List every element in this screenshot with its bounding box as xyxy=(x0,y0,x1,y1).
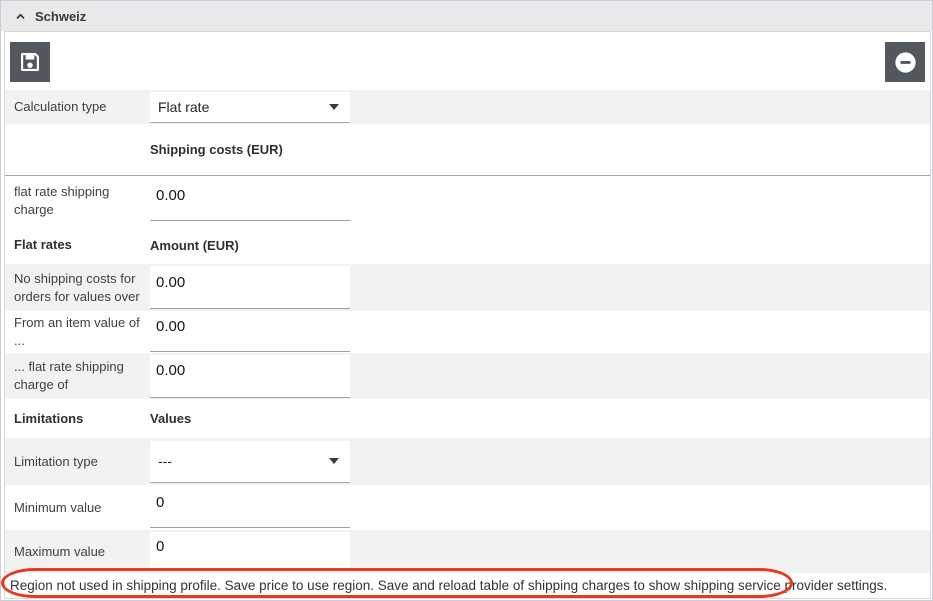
no-shipping-over-input[interactable] xyxy=(150,266,350,309)
shipping-costs-section-header: Shipping costs (EUR) xyxy=(5,124,930,175)
minimum-value-label: Minimum value xyxy=(5,499,150,517)
from-item-value-label: From an item value of ... xyxy=(5,314,150,349)
limitation-type-row: Limitation type --- xyxy=(5,438,930,485)
chevron-up-icon xyxy=(13,9,28,24)
calculation-type-row: Calculation type Flat rate xyxy=(5,90,930,124)
limitations-header: Limitations xyxy=(5,410,150,428)
maximum-value-input[interactable] xyxy=(150,532,350,571)
dropdown-caret-icon xyxy=(329,458,339,464)
values-header: Values xyxy=(150,411,191,426)
flat-rate-charge-label: flat rate shipping charge xyxy=(5,183,150,218)
from-item-value-row: From an item value of ... xyxy=(5,311,930,353)
minimum-value-input[interactable] xyxy=(150,487,350,528)
toolbar xyxy=(5,32,930,90)
shipping-costs-title: Shipping costs (EUR) xyxy=(150,142,283,157)
no-shipping-over-label: No shipping costs for orders for values … xyxy=(5,270,150,305)
calculation-type-value: Flat rate xyxy=(158,99,209,115)
calculation-type-label: Calculation type xyxy=(5,98,150,116)
footer-note-row: Region not used in shipping profile. Sav… xyxy=(5,573,930,598)
limitations-header-row: Limitations Values xyxy=(5,399,930,438)
flat-rate-charge-of-label: ... flat rate shipping charge of xyxy=(5,358,150,393)
limitation-type-value: --- xyxy=(158,453,172,469)
limitation-type-label: Limitation type xyxy=(5,453,150,471)
flat-rate-charge-of-input[interactable] xyxy=(150,355,350,398)
flat-rates-header: Flat rates xyxy=(5,236,150,254)
flat-rate-charge-input[interactable] xyxy=(150,181,350,221)
region-settings-panel: Calculation type Flat rate Shipping cost… xyxy=(4,31,931,599)
remove-minus-circle-icon xyxy=(885,42,925,82)
accordion-header-schweiz[interactable]: Schweiz xyxy=(1,1,932,31)
region-title: Schweiz xyxy=(35,9,86,24)
dropdown-caret-icon xyxy=(329,104,339,110)
limitation-type-select[interactable]: --- xyxy=(150,441,350,483)
amount-header: Amount (EUR) xyxy=(150,238,239,253)
from-item-value-input[interactable] xyxy=(150,312,350,352)
calculation-type-select[interactable]: Flat rate xyxy=(150,92,350,123)
remove-region-button[interactable] xyxy=(885,39,925,85)
region-status-message: Region not used in shipping profile. Sav… xyxy=(5,578,887,593)
minimum-value-row: Minimum value xyxy=(5,485,930,530)
save-floppy-icon xyxy=(10,42,50,82)
no-shipping-over-row: No shipping costs for orders for values … xyxy=(5,264,930,311)
flat-rate-charge-row: flat rate shipping charge xyxy=(5,176,930,226)
region-panel: Schweiz xyxy=(0,0,933,601)
maximum-value-label: Maximum value xyxy=(5,543,150,561)
save-button[interactable] xyxy=(10,39,50,85)
flat-rate-charge-of-row: ... flat rate shipping charge of xyxy=(5,353,930,399)
flat-rates-header-row: Flat rates Amount (EUR) xyxy=(5,226,930,264)
maximum-value-row: Maximum value xyxy=(5,530,930,573)
